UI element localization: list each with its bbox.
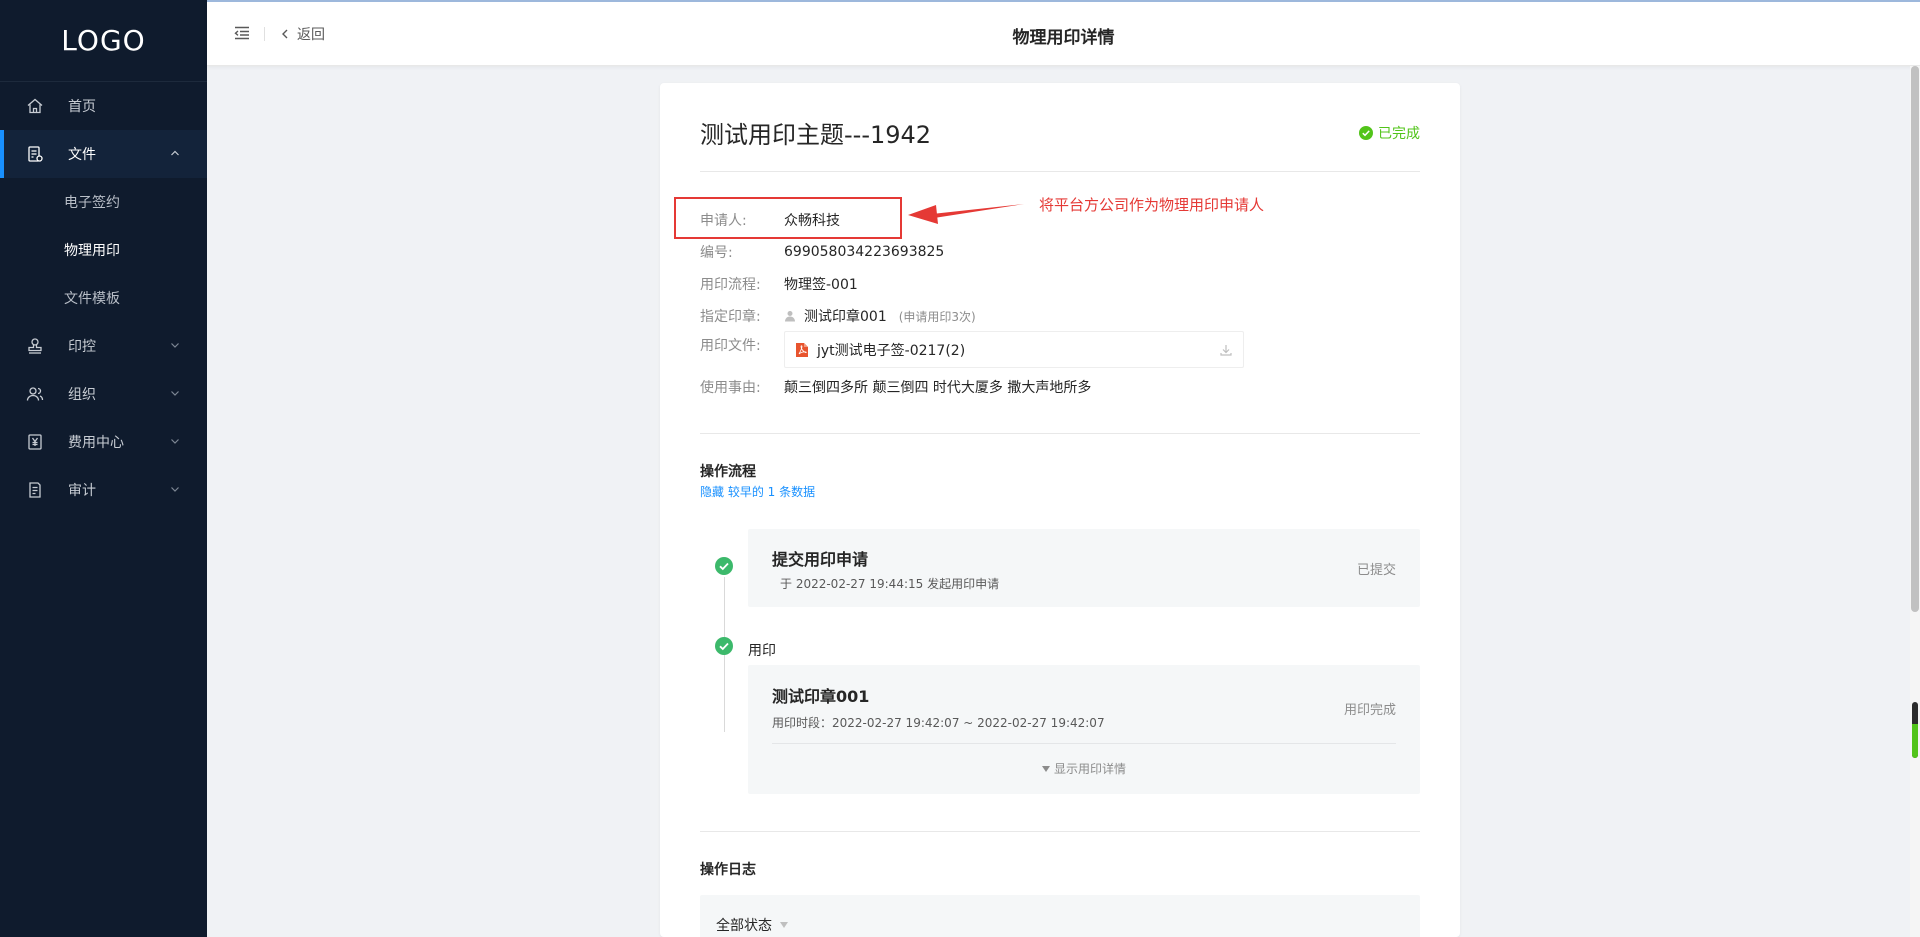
annotation-text: 将平台方公司作为物理用印申请人 xyxy=(1039,196,1265,214)
arrow-icon xyxy=(908,204,1024,224)
scrollbar[interactable] xyxy=(1910,66,1920,937)
step-seal: 测试印章001 用印时段：2022-02-27 19:42:07 ~ 2022-… xyxy=(748,665,1420,794)
number-row: 编号: 699058034223693825 xyxy=(700,242,944,262)
chevron-up-icon xyxy=(171,150,179,156)
toggle-label: 显示用印详情 xyxy=(1053,762,1126,776)
flow-title: 操作流程 xyxy=(700,464,756,480)
top-header: 返回 物理用印详情 xyxy=(207,0,1920,66)
check-circle-icon xyxy=(715,557,733,575)
sidebar-item-file[interactable]: 文件 xyxy=(0,130,207,178)
seal-name: 测试印章001 xyxy=(772,687,870,706)
step-status: 已提交 xyxy=(1356,563,1396,578)
sidebar-item-home[interactable]: 首页 xyxy=(0,82,207,130)
check-circle-icon xyxy=(715,637,733,655)
sidebar-item-org[interactable]: 组织 xyxy=(0,370,207,418)
file-name[interactable]: jyt测试电子签-0217(2) xyxy=(817,340,965,360)
audit-icon xyxy=(26,481,44,499)
step-status: 用印完成 xyxy=(1343,703,1396,718)
step-title: 提交用印申请 xyxy=(772,550,869,569)
caret-down-icon xyxy=(780,922,788,928)
step-divider xyxy=(772,743,1396,744)
reason-value: 颠三倒四多所 颠三倒四 时代大厦多 撒大声地所多 xyxy=(784,380,1092,396)
sidebar-item-label: 组织 xyxy=(68,387,96,403)
detail-title: 测试用印主题---1942 xyxy=(700,121,932,149)
log-filter-bar: 全部状态 xyxy=(700,895,1420,937)
title-divider xyxy=(700,171,1420,172)
check-circle-icon xyxy=(1359,126,1373,140)
user-icon xyxy=(785,311,795,322)
org-icon xyxy=(26,385,44,403)
sidebar-subitem-file-template[interactable]: 文件模板 xyxy=(0,274,207,322)
status-filter-dropdown[interactable]: 全部状态 xyxy=(716,915,788,935)
show-seal-details-toggle[interactable]: 显示用印详情 xyxy=(748,760,1420,777)
sidebar: LOGO 首页 文件 电子签约 物理用印 文件模板 印控 组织 费用中心 审计 xyxy=(0,0,207,937)
status-badge: 已完成 xyxy=(1359,123,1420,143)
sidebar-subitem-physical-seal[interactable]: 物理用印 xyxy=(0,226,207,274)
home-icon xyxy=(26,97,44,115)
stamp-icon xyxy=(26,337,44,355)
sidebar-item-audit[interactable]: 审计 xyxy=(0,466,207,514)
scrollbar-thumb[interactable] xyxy=(1911,66,1919,612)
process-row: 用印流程: 物理签-001 xyxy=(700,274,858,294)
yen-icon xyxy=(26,433,44,451)
seal-row: 指定印章: 测试印章001 (申请用印3次) xyxy=(700,306,976,326)
sidebar-item-stamp-control[interactable]: 印控 xyxy=(0,322,207,370)
seal-note: (申请用印3次) xyxy=(898,309,976,324)
log-title: 操作日志 xyxy=(700,862,756,878)
file-row: 用印文件: jyt测试电子签-0217(2) xyxy=(700,331,1244,368)
number-label: 编号: xyxy=(700,245,733,261)
logo: LOGO xyxy=(0,0,207,82)
number-value: 699058034223693825 xyxy=(784,244,945,260)
status-filter-value: 全部状态 xyxy=(716,918,772,934)
file-icon xyxy=(26,145,44,163)
reason-row: 使用事由: 颠三倒四多所 颠三倒四 时代大厦多 撒大声地所多 xyxy=(700,377,1091,397)
step-submit: 提交用印申请 于 2022-02-27 19:44:15 发起用印申请 已提交 xyxy=(748,529,1420,607)
pdf-icon xyxy=(796,342,808,357)
highlight-box xyxy=(674,197,902,239)
status-text: 已完成 xyxy=(1378,126,1420,142)
process-value: 物理签-001 xyxy=(784,277,858,293)
sidebar-item-label: 印控 xyxy=(68,339,96,355)
hide-earlier-link[interactable]: 隐藏 较早的 1 条数据 xyxy=(700,483,815,500)
file-item[interactable]: jyt测试电子签-0217(2) xyxy=(784,331,1244,368)
chevron-down-icon xyxy=(171,343,179,348)
step-subtitle: 于 2022-02-27 19:44:15 发起用印申请 xyxy=(780,577,1000,591)
seal-period: 用印时段：2022-02-27 19:42:07 ~ 2022-02-27 19… xyxy=(772,716,1105,730)
sidebar-item-label: 费用中心 xyxy=(68,435,124,451)
sidebar-item-label: 首页 xyxy=(68,99,96,115)
flow-divider xyxy=(700,831,1420,832)
chevron-down-icon xyxy=(171,439,179,444)
reason-label: 使用事由: xyxy=(700,380,761,396)
seal-label: 指定印章: xyxy=(700,309,761,325)
step-label: 用印 xyxy=(748,643,776,659)
file-label: 用印文件: xyxy=(700,338,761,354)
info-divider xyxy=(700,433,1420,434)
sidebar-item-label: 审计 xyxy=(68,483,96,499)
page-title: 物理用印详情 xyxy=(1012,28,1115,48)
sidebar-item-billing[interactable]: 费用中心 xyxy=(0,418,207,466)
process-label: 用印流程: xyxy=(700,277,761,293)
chevron-down-icon xyxy=(171,391,179,396)
seal-value: 测试印章001 xyxy=(804,309,887,325)
sidebar-subitem-esign[interactable]: 电子签约 xyxy=(0,178,207,226)
sidebar-item-label: 文件 xyxy=(68,147,96,163)
chevron-down-icon xyxy=(171,487,179,492)
download-icon[interactable] xyxy=(1219,343,1233,357)
caret-down-icon xyxy=(1041,766,1050,772)
scroll-indicator xyxy=(1912,702,1918,758)
